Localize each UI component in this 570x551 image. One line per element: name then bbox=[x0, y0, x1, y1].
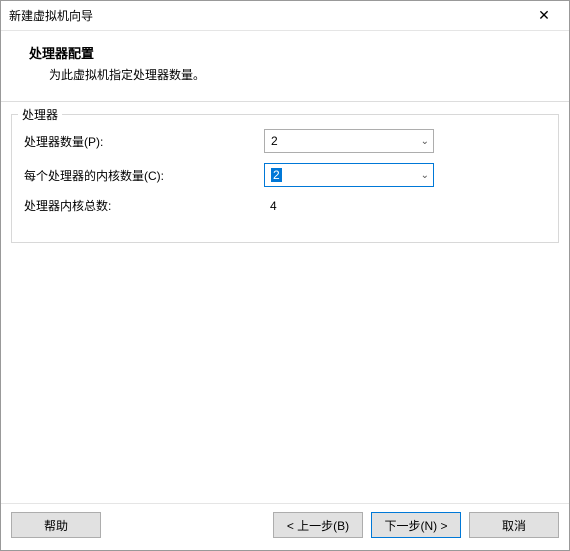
close-icon: ✕ bbox=[538, 7, 550, 23]
fieldset-legend: 处理器 bbox=[18, 106, 62, 123]
total-cores-label: 处理器内核总数: bbox=[24, 197, 264, 214]
wizard-header: 处理器配置 为此虚拟机指定处理器数量。 bbox=[1, 31, 569, 101]
total-row: 处理器内核总数: 4 bbox=[24, 197, 546, 214]
help-button[interactable]: 帮助 bbox=[11, 512, 101, 538]
cores-combobox[interactable]: 2 ⌄ bbox=[264, 163, 434, 187]
content-area: 处理器 处理器数量(P): 2 ⌄ 每个处理器的内核数量(C): 2 ⌄ 处理器… bbox=[1, 102, 569, 503]
chevron-down-icon: ⌄ bbox=[421, 136, 429, 147]
cancel-button[interactable]: 取消 bbox=[469, 512, 559, 538]
processors-row: 处理器数量(P): 2 ⌄ bbox=[24, 129, 546, 153]
processors-label: 处理器数量(P): bbox=[24, 133, 264, 150]
back-button[interactable]: < 上一步(B) bbox=[273, 512, 363, 538]
total-cores-value: 4 bbox=[264, 199, 277, 213]
processor-fieldset: 处理器 处理器数量(P): 2 ⌄ 每个处理器的内核数量(C): 2 ⌄ 处理器… bbox=[11, 114, 559, 243]
cores-label: 每个处理器的内核数量(C): bbox=[24, 167, 264, 184]
cores-row: 每个处理器的内核数量(C): 2 ⌄ bbox=[24, 163, 546, 187]
titlebar: 新建虚拟机向导 ✕ bbox=[1, 1, 569, 31]
cores-value: 2 bbox=[271, 168, 282, 182]
processors-combobox[interactable]: 2 ⌄ bbox=[264, 129, 434, 153]
next-button[interactable]: 下一步(N) > bbox=[371, 512, 461, 538]
close-button[interactable]: ✕ bbox=[529, 7, 559, 24]
button-bar: 帮助 < 上一步(B) 下一步(N) > 取消 bbox=[1, 503, 569, 550]
page-subtitle: 为此虚拟机指定处理器数量。 bbox=[9, 66, 561, 83]
processors-value: 2 bbox=[271, 134, 421, 148]
chevron-down-icon: ⌄ bbox=[421, 170, 429, 181]
page-title: 处理器配置 bbox=[9, 43, 561, 62]
window-title: 新建虚拟机向导 bbox=[9, 7, 93, 24]
